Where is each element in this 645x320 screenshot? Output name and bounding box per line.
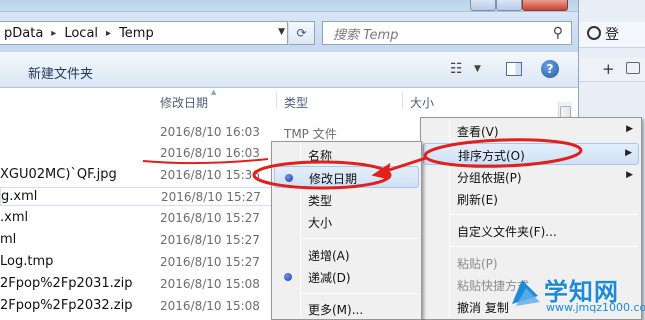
background-window-text[interactable]: 登 bbox=[605, 24, 619, 44]
file-date: 2016/8/10 16:03 bbox=[160, 125, 260, 139]
search-placeholder: 搜索 Temp bbox=[333, 27, 399, 43]
file-date: 2016/8/10 15:27 bbox=[161, 190, 261, 204]
sort-option-size[interactable]: 大小 bbox=[274, 211, 419, 233]
menu-item-label: 撤消 复制 bbox=[457, 301, 509, 315]
address-row: pData ▸ Local ▸ Temp ▼ ⟳ 搜索 Temp ⚲ bbox=[0, 12, 578, 52]
column-header-type[interactable]: 类型 bbox=[284, 94, 308, 111]
file-type: TMP 文件 bbox=[284, 127, 337, 141]
menu-separator bbox=[451, 214, 637, 215]
menu-item-label: 递增(A) bbox=[308, 249, 350, 263]
file-name: 2Fpop%2Fp2032.zip bbox=[0, 298, 133, 313]
column-header-size[interactable]: 大小 bbox=[410, 94, 434, 111]
search-icon[interactable]: ⚲ bbox=[553, 25, 563, 41]
sort-option-date-modified[interactable]: 修改日期 bbox=[274, 166, 419, 188]
new-folder-button[interactable]: 新建文件夹 bbox=[28, 63, 93, 82]
menu-item-label: 名称 bbox=[308, 149, 333, 163]
sort-indicator-icon: ▲ bbox=[211, 88, 217, 96]
sort-submenu: 名称 修改日期 类型 大小 递增(A) 递减(D) 更多(M)... bbox=[271, 141, 422, 320]
file-date: 2016/8/10 15:27 bbox=[160, 233, 260, 247]
menu-item-label: 递减(D) bbox=[308, 271, 351, 285]
column-divider[interactable] bbox=[276, 92, 277, 110]
new-tab-icon[interactable]: + bbox=[602, 60, 615, 78]
sort-option-name[interactable]: 名称 bbox=[274, 144, 419, 166]
background-window-tabs: + bbox=[579, 58, 645, 82]
breadcrumb-local[interactable]: Local bbox=[60, 26, 102, 41]
menu-item-label: 更多(M)... bbox=[308, 303, 364, 317]
view-options-icon[interactable]: ☷ bbox=[450, 61, 463, 77]
menu-item-view[interactable]: 查看(V) ▶ bbox=[423, 120, 639, 142]
menu-separator bbox=[302, 238, 418, 239]
menu-item-label: 排序方式(O) bbox=[458, 149, 525, 163]
file-name: g.xml bbox=[1, 189, 38, 204]
watermark: 学知网 www.jmqz1000.com bbox=[504, 272, 645, 318]
menu-item-label: 类型 bbox=[308, 194, 333, 208]
maximize-button[interactable] bbox=[496, 0, 522, 11]
sort-option-type[interactable]: 类型 bbox=[274, 189, 419, 211]
column-divider[interactable] bbox=[402, 92, 403, 110]
menu-item-customize-folder[interactable]: 自定义文件夹(F)... bbox=[423, 220, 639, 242]
search-input[interactable]: 搜索 Temp ⚲ bbox=[322, 21, 572, 45]
chevron-down-icon[interactable]: ▼ bbox=[474, 64, 481, 74]
watermark-url: www.jmqz1000.com bbox=[546, 301, 645, 314]
menu-item-label: 刷新(E) bbox=[457, 193, 498, 207]
window-title-bar bbox=[0, 0, 578, 12]
menu-item-refresh[interactable]: 刷新(E) bbox=[423, 188, 639, 210]
address-bar[interactable]: pData ▸ Local ▸ Temp ▼ bbox=[0, 21, 288, 45]
sort-option-descending[interactable]: 递减(D) bbox=[274, 266, 419, 288]
menu-item-label: 自定义文件夹(F)... bbox=[457, 225, 557, 239]
breadcrumb-temp[interactable]: Temp bbox=[115, 26, 158, 41]
file-date: 2016/8/10 16:03 bbox=[160, 146, 260, 160]
file-date: 2016/8/10 15:36 bbox=[160, 168, 260, 182]
background-window-header: 登 bbox=[579, 22, 645, 48]
menu-item-label: 修改日期 bbox=[309, 172, 358, 186]
chevron-down-icon[interactable]: ▼ bbox=[278, 27, 285, 37]
file-name: Log.tmp bbox=[0, 254, 54, 269]
breadcrumb-separator[interactable]: ▸ bbox=[47, 28, 60, 39]
file-date: 2016/8/10 15:08 bbox=[160, 299, 260, 313]
sort-option-more[interactable]: 更多(M)... bbox=[274, 298, 419, 320]
file-name: ml bbox=[0, 232, 17, 247]
minimize-button[interactable] bbox=[470, 0, 496, 11]
file-name: XGU02MC)`QF.jpg bbox=[0, 167, 117, 182]
submenu-arrow-icon: ▶ bbox=[626, 124, 633, 134]
menu-item-label: 大小 bbox=[308, 216, 333, 230]
preview-pane-icon[interactable] bbox=[506, 62, 522, 76]
submenu-arrow-icon: ▶ bbox=[626, 170, 633, 180]
radio-bullet-icon bbox=[284, 273, 292, 281]
file-name: 2Fpop%2Fp2031.zip bbox=[0, 276, 133, 291]
refresh-button[interactable]: ⟳ bbox=[289, 21, 315, 45]
breadcrumb-appdata[interactable]: pData bbox=[0, 26, 47, 41]
menu-separator bbox=[451, 246, 637, 247]
command-bar: 新建文件夹 ☷ ▼ ? bbox=[0, 52, 578, 88]
help-icon[interactable]: ? bbox=[541, 60, 559, 78]
breadcrumb-separator[interactable]: ▸ bbox=[102, 28, 115, 39]
radio-bullet-icon bbox=[285, 174, 293, 182]
menu-item-label: 查看(V) bbox=[457, 125, 499, 139]
refresh-icon: ⟳ bbox=[296, 26, 307, 40]
menu-item-sort-by[interactable]: 排序方式(O) ▶ bbox=[423, 143, 639, 165]
file-date: 2016/8/10 15:27 bbox=[160, 255, 260, 269]
menu-item-label: 分组依据(P) bbox=[457, 171, 522, 185]
menu-item-group-by[interactable]: 分组依据(P) ▶ bbox=[423, 166, 639, 188]
sort-option-ascending[interactable]: 递增(A) bbox=[274, 244, 419, 266]
close-button[interactable] bbox=[522, 0, 568, 11]
tab-list-icon[interactable] bbox=[626, 62, 640, 74]
menu-separator bbox=[302, 293, 418, 294]
file-date: 2016/8/10 15:27 bbox=[160, 211, 260, 225]
menu-item-label: 粘贴(P) bbox=[457, 257, 498, 271]
search-icon[interactable] bbox=[587, 26, 601, 40]
file-date: 2016/8/10 15:08 bbox=[160, 277, 260, 291]
submenu-arrow-icon: ▶ bbox=[625, 148, 632, 158]
column-header-date[interactable]: 修改日期 bbox=[160, 94, 208, 111]
file-name: .xml bbox=[0, 210, 29, 225]
menu-item-paste[interactable]: 粘贴(P) bbox=[423, 252, 639, 274]
watermark-logo-icon bbox=[512, 280, 540, 306]
